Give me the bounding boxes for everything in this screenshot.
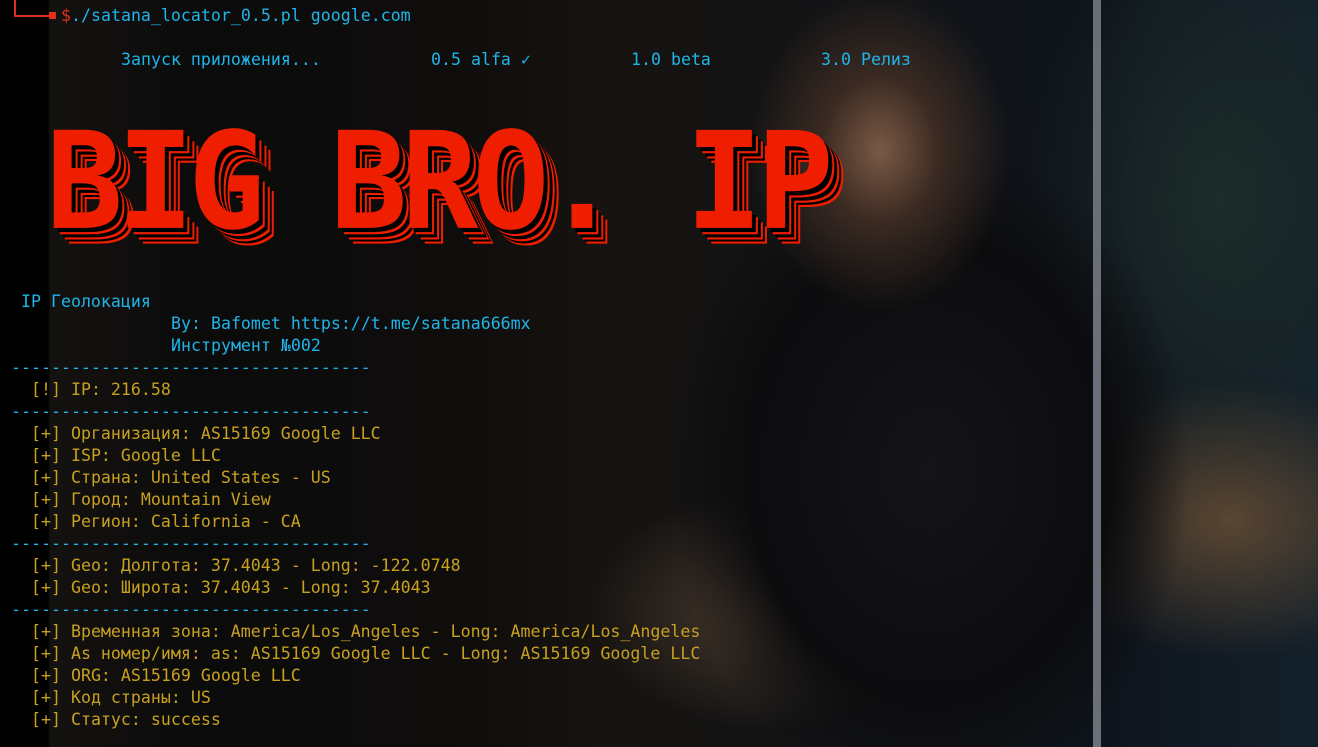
- subtitle: IP Геолокация: [21, 292, 151, 311]
- info-line: [+] Geo: Долгота: 37.4043 - Long: -122.0…: [31, 556, 461, 575]
- info-line: [+] Код страны: US: [31, 688, 211, 707]
- stage-release: 3.0 Релиз: [821, 50, 911, 69]
- ascii-banner: BIG BRO. IP: [46, 104, 834, 261]
- info-line: [+] Временная зона: America/Los_Angeles …: [31, 622, 701, 641]
- separator: ------------------------------------: [11, 600, 371, 619]
- separator: ------------------------------------: [11, 402, 371, 421]
- info-line: [+] Город: Mountain View: [31, 490, 271, 509]
- tool-line: Инструмент №002: [171, 336, 321, 355]
- info-line: [+] Страна: United States - US: [31, 468, 331, 487]
- command-line: $./satana_locator_0.5.pl google.com: [61, 6, 411, 25]
- ip-line: [!] IP: 216.58: [31, 380, 171, 399]
- info-line: [+] Geo: Широта: 37.4043 - Long: 37.4043: [31, 578, 431, 597]
- info-line: [+] Организация: AS15169 Google LLC: [31, 424, 381, 443]
- info-line: [+] ORG: AS15169 Google LLC: [31, 666, 301, 685]
- separator: ------------------------------------: [11, 534, 371, 553]
- stage-alfa: 0.5 alfa ✓: [431, 50, 531, 69]
- info-line: [+] ISP: Google LLC: [31, 446, 221, 465]
- command-text: ./satana_locator_0.5.pl google.com: [71, 6, 411, 25]
- prompt-marker-icon: [49, 12, 56, 19]
- info-line: [+] As номер/имя: as: AS15169 Google LLC…: [31, 644, 701, 663]
- stage-beta: 1.0 beta: [631, 50, 711, 69]
- author-line: By: Bafomet https://t.me/satana666mx: [171, 314, 531, 333]
- info-line: [+] Регион: California - CA: [31, 512, 301, 531]
- stage-launch: Запуск приложения...: [121, 50, 321, 69]
- prompt-line-icon: [14, 15, 54, 17]
- separator: ------------------------------------: [11, 358, 371, 377]
- pane-divider[interactable]: [1093, 0, 1101, 747]
- info-line: [+] Статус: success: [31, 710, 221, 729]
